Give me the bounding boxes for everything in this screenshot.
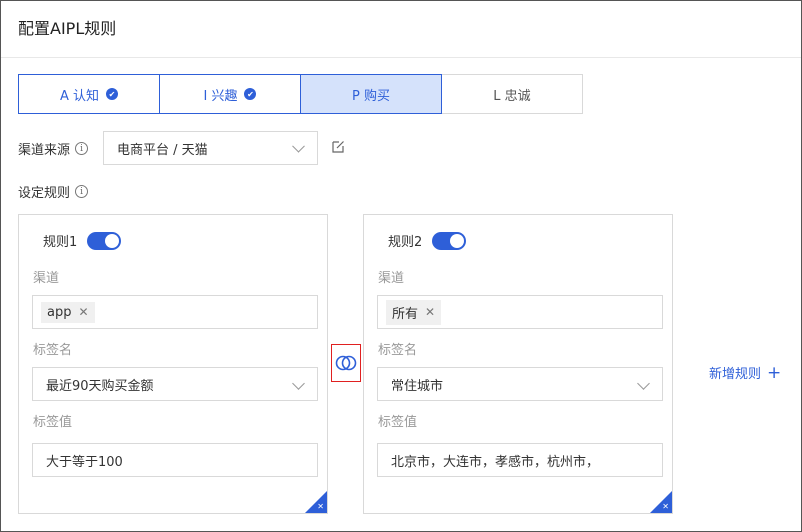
- edit-icon[interactable]: [332, 140, 345, 153]
- channel-source-text: 渠道来源: [18, 143, 71, 158]
- tag-value-input[interactable]: 大于等于100: [32, 443, 318, 477]
- channel-label: 渠道: [378, 271, 405, 286]
- tag-value-label: 标签值: [378, 415, 418, 430]
- tag-value-text: 北京市，大连市，孝感市，杭州市，: [391, 454, 600, 470]
- title-divider: [1, 57, 801, 58]
- tab-label: A 认知: [59, 88, 100, 104]
- step-tabs: A 认知 ✔ I 兴趣 ✔ P 购买 L 忠诚: [18, 74, 583, 114]
- info-icon[interactable]: i: [75, 142, 89, 155]
- chevron-down-icon: [292, 377, 305, 390]
- channel-select[interactable]: app ✕: [32, 295, 318, 329]
- channel-tag: 所有 ✕: [386, 299, 442, 325]
- tag-name-select[interactable]: 常住城市: [377, 367, 663, 401]
- tab-interest[interactable]: I 兴趣 ✔: [159, 74, 301, 114]
- dialog-frame: 配置AIPL规则 A 认知 ✔ I 兴趣 ✔ P 购买 L 忠诚 渠道来源 i …: [0, 0, 802, 532]
- rule-relation-button[interactable]: [331, 344, 361, 382]
- channel-select[interactable]: 所有 ✕: [377, 295, 663, 329]
- channel-source-select[interactable]: 电商平台 / 天猫: [103, 131, 318, 165]
- channel-tag: app ✕: [41, 301, 95, 323]
- set-rules-label: 设定规则 i: [18, 182, 89, 201]
- tab-purchase[interactable]: P 购买: [300, 74, 442, 114]
- tag-name-label: 标签名: [33, 343, 73, 358]
- channel-label: 渠道: [33, 271, 60, 286]
- chevron-down-icon: [637, 377, 650, 390]
- tag-value-input[interactable]: 北京市，大连市，孝感市，杭州市，: [377, 443, 663, 477]
- channel-source-label: 渠道来源 i: [18, 139, 89, 158]
- rule-toggle[interactable]: [87, 231, 122, 250]
- rule-toggle[interactable]: [432, 231, 467, 250]
- close-icon[interactable]: ✕: [317, 502, 324, 512]
- tab-label: P 购买: [352, 88, 390, 104]
- check-circle-icon: ✔: [244, 88, 257, 100]
- info-icon[interactable]: i: [75, 185, 89, 198]
- rule-card-2: 规则2 渠道 所有 ✕ 标签名 常住城市 标签值 北京市，大连市，孝感市，杭州市…: [363, 214, 673, 514]
- rule-name: 规则2: [388, 235, 423, 250]
- tag-name-value: 常住城市: [391, 378, 444, 394]
- add-rule-label: 新增规则: [709, 367, 762, 382]
- rule-card-1: 规则1 渠道 app ✕ 标签名 最近90天购买金额 标签值 大于等于100 ✕: [18, 214, 328, 514]
- plus-icon: +: [767, 362, 782, 383]
- channel-tag-text: app: [47, 304, 72, 320]
- channel-source-value: 电商平台 / 天猫: [117, 142, 208, 158]
- tab-loyalty[interactable]: L 忠诚: [441, 74, 583, 114]
- page-title: 配置AIPL规则: [18, 19, 117, 38]
- intersect-icon: [335, 355, 357, 371]
- tag-name-value: 最近90天购买金额: [46, 378, 154, 394]
- tag-value-text: 大于等于100: [46, 454, 123, 470]
- close-icon[interactable]: ✕: [78, 305, 88, 319]
- tab-label: I 兴趣: [203, 88, 238, 104]
- close-icon[interactable]: ✕: [425, 305, 435, 319]
- tab-awareness[interactable]: A 认知 ✔: [18, 74, 160, 114]
- set-rules-text: 设定规则: [18, 186, 71, 201]
- chevron-down-icon: [292, 139, 305, 153]
- rule-header: 规则2: [388, 231, 467, 250]
- close-icon[interactable]: ✕: [662, 502, 669, 512]
- tag-name-select[interactable]: 最近90天购买金额: [32, 367, 318, 401]
- add-rule-button[interactable]: 新增规则 +: [709, 363, 781, 382]
- tag-name-label: 标签名: [378, 343, 418, 358]
- channel-tag-text: 所有: [392, 306, 419, 322]
- tab-label: L 忠诚: [493, 88, 531, 104]
- rule-header: 规则1: [43, 231, 122, 250]
- check-circle-icon: ✔: [106, 88, 119, 100]
- rule-name: 规则1: [43, 235, 78, 250]
- tag-value-label: 标签值: [33, 415, 73, 430]
